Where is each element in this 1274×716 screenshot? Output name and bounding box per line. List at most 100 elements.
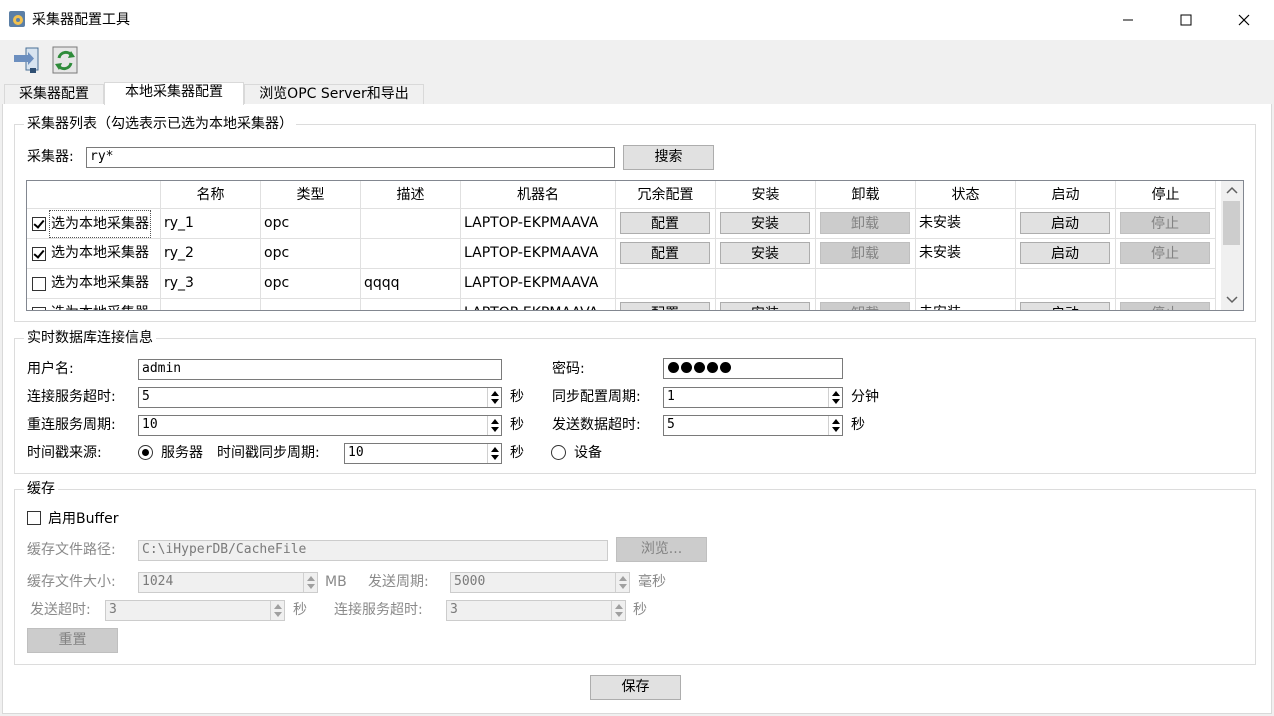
config-button[interactable]: 配置 (620, 302, 710, 310)
start-button[interactable]: 启动 (1020, 212, 1110, 234)
spin-arrows-icon[interactable] (487, 416, 501, 435)
send-period-value: 5000 (454, 574, 486, 589)
app-gear-icon (8, 10, 26, 28)
cache-conn-timeout-spinbox[interactable]: 3 (446, 600, 626, 621)
minimize-button[interactable] (1099, 0, 1157, 40)
reconnect-spinbox[interactable]: 10 (138, 415, 502, 436)
col-header-redundancy[interactable]: 冗余配置 (616, 181, 716, 209)
select-local-checkbox[interactable] (32, 277, 46, 291)
close-button[interactable] (1215, 0, 1273, 40)
stop-cell: 停止 (1116, 239, 1216, 269)
reconnect-label: 重连服务周期: (27, 417, 116, 433)
select-local-checkbox[interactable] (32, 247, 46, 261)
send-timeout-spinbox[interactable]: 5 (663, 415, 843, 436)
select-local-checkbox[interactable] (32, 307, 46, 310)
connect-timeout-spinbox[interactable]: 5 (138, 387, 502, 408)
sync-period-spinbox[interactable]: 1 (663, 387, 843, 408)
start-cell: 启动 (1016, 239, 1116, 269)
stop-button[interactable]: 停止 (1120, 212, 1210, 234)
spin-arrows-icon[interactable] (615, 573, 629, 592)
col-header-stop[interactable]: 停止 (1116, 181, 1216, 209)
spin-arrows-icon[interactable] (487, 388, 501, 407)
start-cell (1016, 269, 1116, 299)
cache-send-timeout-spinbox[interactable]: 3 (105, 600, 285, 621)
uninstall-button[interactable]: 卸载 (820, 212, 910, 234)
collector-list-title: 采集器列表（勾选表示已选为本地采集器） (24, 115, 296, 133)
name-cell: ry_3 (161, 269, 261, 299)
spin-arrows-icon[interactable] (828, 416, 842, 435)
spin-arrows-icon[interactable] (270, 601, 284, 620)
table-scrollbar[interactable] (1221, 181, 1243, 310)
maximize-button[interactable] (1157, 0, 1215, 40)
tab-browse-opc-export[interactable]: 浏览OPC Server和导出 (244, 84, 424, 105)
browse-button[interactable]: 浏览... (616, 537, 707, 562)
scroll-up-icon[interactable] (1226, 185, 1238, 195)
install-button[interactable]: 安装 (720, 242, 810, 264)
install-button[interactable]: 安装 (720, 212, 810, 234)
search-button[interactable]: 搜索 (623, 145, 714, 170)
send-period-spinbox[interactable]: 5000 (450, 572, 630, 593)
uninstall-button[interactable]: 卸载 (820, 302, 910, 310)
scrollbar-thumb[interactable] (1223, 201, 1240, 245)
config-button[interactable]: 配置 (620, 212, 710, 234)
install-button[interactable]: 安装 (720, 302, 810, 310)
spin-arrows-icon[interactable] (487, 444, 501, 463)
timestamp-sync-unit: 秒 (510, 445, 524, 461)
install-cell: 安装 (716, 209, 816, 239)
enable-buffer-checkbox[interactable] (27, 511, 41, 525)
toolbar-refresh-button[interactable] (50, 44, 80, 76)
scroll-down-icon[interactable] (1226, 295, 1238, 305)
col-header-name[interactable]: 名称 (161, 181, 261, 209)
spin-arrows-icon[interactable] (611, 601, 625, 620)
sync-period-value: 1 (667, 389, 675, 404)
title-bar (0, 0, 1274, 40)
collector-search-input[interactable]: ry* (86, 147, 615, 168)
redundancy-cell: 配置 (616, 299, 716, 310)
select-cell: 选为本地采集器 (27, 269, 161, 299)
timestamp-server-radio[interactable] (138, 445, 153, 460)
table-row: 选为本地采集器 ry_3 opc qqqq LAPTOP-EKPMAAVA (27, 269, 1216, 299)
cache-title: 缓存 (24, 480, 58, 498)
name-cell: ry_1 (161, 209, 261, 239)
maximize-icon (1180, 14, 1192, 26)
refresh-icon (52, 46, 78, 74)
select-local-label: 选为本地采集器 (51, 245, 149, 261)
col-header-desc[interactable]: 描述 (361, 181, 461, 209)
uninstall-cell (816, 269, 916, 299)
password-mask-dot (720, 362, 731, 373)
uninstall-button[interactable]: 卸载 (820, 242, 910, 264)
cache-size-unit: MB (325, 574, 347, 590)
username-label: 用户名: (27, 361, 74, 377)
col-header-type[interactable]: 类型 (261, 181, 361, 209)
tab-collector-config[interactable]: 采集器配置 (4, 84, 104, 105)
start-button[interactable]: 启动 (1020, 302, 1110, 310)
select-local-label: 选为本地采集器 (51, 299, 149, 310)
col-header-start[interactable]: 启动 (1016, 181, 1116, 209)
type-cell: opc (261, 209, 361, 239)
password-input[interactable] (663, 358, 843, 379)
import-icon (14, 47, 39, 73)
cache-path-input[interactable]: C:\iHyperDB/CacheFile (138, 540, 608, 561)
save-button[interactable]: 保存 (590, 675, 681, 700)
config-button[interactable]: 配置 (620, 242, 710, 264)
toolbar-import-button[interactable] (12, 44, 42, 76)
timestamp-sync-spinbox[interactable]: 10 (344, 443, 502, 464)
table-row: 选为本地采集器 ry_2 opc LAPTOP-EKPMAAVA 配置 安装 卸… (27, 239, 1216, 269)
col-header-install[interactable]: 安装 (716, 181, 816, 209)
stop-button[interactable]: 停止 (1120, 242, 1210, 264)
col-header-status[interactable]: 状态 (916, 181, 1016, 209)
reset-button[interactable]: 重置 (27, 628, 118, 653)
start-button[interactable]: 启动 (1020, 242, 1110, 264)
col-header-machine[interactable]: 机器名 (461, 181, 616, 209)
timestamp-device-radio[interactable] (551, 445, 566, 460)
col-header-uninstall[interactable]: 卸载 (816, 181, 916, 209)
username-input[interactable]: admin (138, 359, 502, 380)
toolbar (0, 40, 1274, 80)
send-timeout-unit: 秒 (851, 417, 865, 433)
stop-button[interactable]: 停止 (1120, 302, 1210, 310)
spin-arrows-icon[interactable] (828, 388, 842, 407)
select-local-checkbox[interactable] (32, 217, 46, 231)
tab-local-collector-config[interactable]: 本地采集器配置 (104, 82, 244, 105)
spin-arrows-icon[interactable] (303, 573, 317, 592)
cache-size-spinbox[interactable]: 1024 (138, 572, 318, 593)
